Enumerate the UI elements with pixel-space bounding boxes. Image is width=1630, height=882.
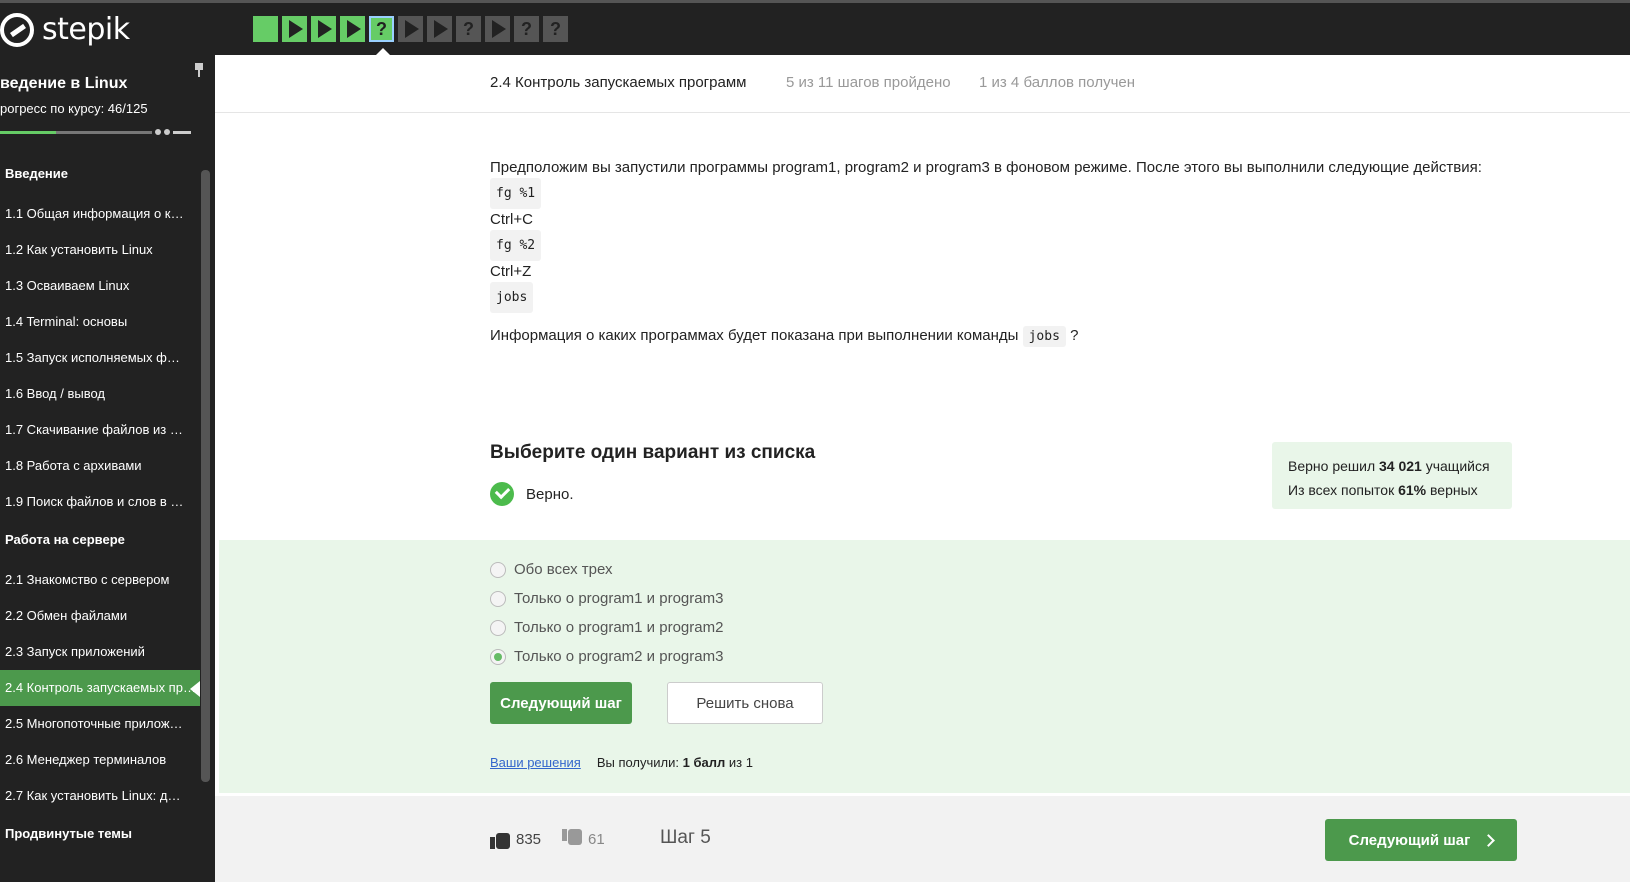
- step-7-button[interactable]: [427, 16, 452, 42]
- course-title[interactable]: ведение в Linux: [0, 75, 127, 93]
- course-progress-bar: [0, 131, 152, 134]
- sidebar-lesson-item[interactable]: 1.6 Ввод / вывод: [0, 376, 185, 412]
- step-8-button[interactable]: ?: [456, 16, 481, 42]
- answer-option[interactable]: Только о program1 и program3: [490, 584, 723, 613]
- lesson-list: Введение 1.1 Общая информация о курсе 1.2 …: [0, 160, 200, 856]
- dislike-button[interactable]: 61: [562, 829, 605, 849]
- step-navigation: ????: [253, 16, 568, 42]
- answer-option-label: Только о program2 и program3: [514, 648, 724, 665]
- solve-stats-box: Верно решил 34 021 учащийся Из всех попы…: [1272, 442, 1512, 509]
- thumb-up-icon: [490, 829, 510, 849]
- sidebar-lesson-item[interactable]: 1.5 Запуск исполняемых файлов: [0, 340, 185, 376]
- step-4-button[interactable]: [340, 16, 365, 42]
- answer-option-label: Обо всех трех: [514, 561, 613, 578]
- answer-area: [219, 540, 1630, 793]
- like-count: 835: [516, 830, 542, 848]
- sidebar-lesson-item[interactable]: 1.9 Поиск файлов и слов в файлах: [0, 484, 185, 520]
- command-fg1: fg %1: [490, 177, 542, 209]
- check-circle-icon: [490, 482, 514, 506]
- course-progress-label: рогресс по курсу: 46/125: [0, 101, 148, 116]
- key-ctrl-z: Ctrl+Z: [490, 262, 532, 280]
- answer-option[interactable]: Только о program1 и program2: [490, 613, 723, 642]
- stepik-logo[interactable]: stepik: [0, 12, 130, 47]
- answer-option-label: Только о program1 и program3: [514, 590, 724, 607]
- result-text: Верно.: [526, 485, 574, 503]
- radio-button[interactable]: [490, 619, 506, 636]
- sidebar-lesson-item[interactable]: 2.1 Знакомство с сервером: [0, 562, 185, 598]
- course-progress-fill: [0, 131, 56, 134]
- answer-option-label: Только о program1 и program2: [514, 619, 724, 636]
- brand-name: stepik: [42, 12, 130, 47]
- command-fg2: fg %2: [490, 229, 542, 261]
- section-title[interactable]: Введение: [0, 160, 200, 188]
- command-jobs: jobs: [490, 281, 534, 313]
- step-10-button[interactable]: ?: [514, 16, 539, 42]
- radio-button[interactable]: [490, 648, 506, 665]
- your-solutions-link[interactable]: Ваши решения: [490, 755, 581, 770]
- answer-option[interactable]: Только о program2 и program3: [490, 642, 723, 671]
- solutions-row: Ваши решения Вы получили: 1 балл из 1: [490, 755, 753, 770]
- dislike-count: 61: [588, 830, 605, 848]
- sidebar-lesson-item[interactable]: 1.4 Terminal: основы: [0, 304, 185, 340]
- sidebar-scrollbar[interactable]: [201, 170, 210, 782]
- question-text: Предположим вы запустили программы progr…: [490, 155, 1500, 349]
- key-ctrl-c: Ctrl+C: [490, 210, 533, 228]
- sidebar-lesson-item[interactable]: 2.7 Как установить Linux: дополнение: [0, 778, 185, 814]
- step-9-button[interactable]: [485, 16, 510, 42]
- lesson-header: 2.4 Контроль запускаемых программ 5 из 1…: [215, 55, 1630, 113]
- question-intro: Предположим вы запустили программы progr…: [490, 159, 1482, 176]
- sidebar-lesson-item[interactable]: 2.5 Многопоточные приложения: [0, 706, 185, 742]
- question-prompt: Информация о каких программах будет пока…: [490, 323, 1500, 349]
- answer-options: Обо всех трех Только о program1 и program…: [490, 555, 723, 671]
- score-progress: 1 из 4 баллов получен: [979, 74, 1136, 91]
- chevron-right-icon: [1482, 833, 1496, 847]
- like-button[interactable]: 835: [490, 829, 541, 849]
- step-1-button[interactable]: [253, 16, 278, 42]
- result-status: Верно.: [490, 482, 573, 506]
- step-number: Шаг 5: [660, 827, 711, 848]
- next-step-button[interactable]: Следующий шаг: [490, 682, 632, 724]
- section-title[interactable]: Продвинутые темы: [0, 820, 200, 848]
- solve-again-button[interactable]: Решить снова: [667, 682, 823, 724]
- pin-icon[interactable]: [194, 63, 204, 77]
- step-2-button[interactable]: [282, 16, 307, 42]
- sidebar-lesson-item[interactable]: 2.3 Запуск приложений: [0, 634, 185, 670]
- inline-code-jobs: jobs: [1022, 326, 1066, 347]
- top-bar: stepik ????: [0, 0, 1630, 58]
- points-earned: Вы получили: 1 балл из 1: [596, 755, 753, 770]
- sidebar-lesson-item[interactable]: 1.1 Общая информация о курсе: [0, 196, 185, 232]
- stepik-logo-icon: [0, 12, 34, 47]
- sidebar-lesson-item[interactable]: 1.8 Работа с архивами: [0, 448, 185, 484]
- lesson-title: 2.4 Контроль запускаемых программ: [490, 74, 747, 91]
- quiz-instruction: Выберите один вариант из списка: [490, 442, 816, 463]
- thumb-down-icon: [562, 829, 582, 849]
- stats-solved: Верно решил 34 021 учащийся: [1288, 458, 1490, 474]
- course-sidebar: ведение в Linux рогресс по курсу: 46/125…: [0, 55, 215, 882]
- footer-next-step-button[interactable]: Следующий шаг: [1325, 819, 1517, 861]
- steps-progress: 5 из 11 шагов пройдено: [786, 74, 951, 91]
- radio-button[interactable]: [490, 590, 506, 607]
- sidebar-lesson-item[interactable]: 1.2 Как установить Linux: [0, 232, 185, 268]
- progress-dots: [155, 129, 191, 135]
- section-title[interactable]: Работа на сервере: [0, 526, 200, 554]
- answer-option[interactable]: Обо всех трех: [490, 555, 723, 584]
- stats-correct-rate: Из всех попыток 61% верных: [1288, 482, 1478, 498]
- sidebar-lesson-item[interactable]: 2.6 Менеджер терминалов: [0, 742, 185, 778]
- step-6-button[interactable]: [398, 16, 423, 42]
- step-5-button[interactable]: ?: [369, 16, 394, 42]
- sidebar-lesson-item[interactable]: 1.3 Осваиваем Linux: [0, 268, 185, 304]
- step-3-button[interactable]: [311, 16, 336, 42]
- sidebar-lesson-item[interactable]: 2.4 Контроль запускаемых программ: [0, 670, 200, 706]
- step-11-button[interactable]: ?: [543, 16, 568, 42]
- radio-button[interactable]: [490, 561, 506, 578]
- sidebar-lesson-item[interactable]: 2.2 Обмен файлами: [0, 598, 185, 634]
- step-footer: 835 61 Шаг 5 Следующий шаг: [215, 796, 1630, 882]
- sidebar-lesson-item[interactable]: 1.7 Скачивание файлов из интернета: [0, 412, 185, 448]
